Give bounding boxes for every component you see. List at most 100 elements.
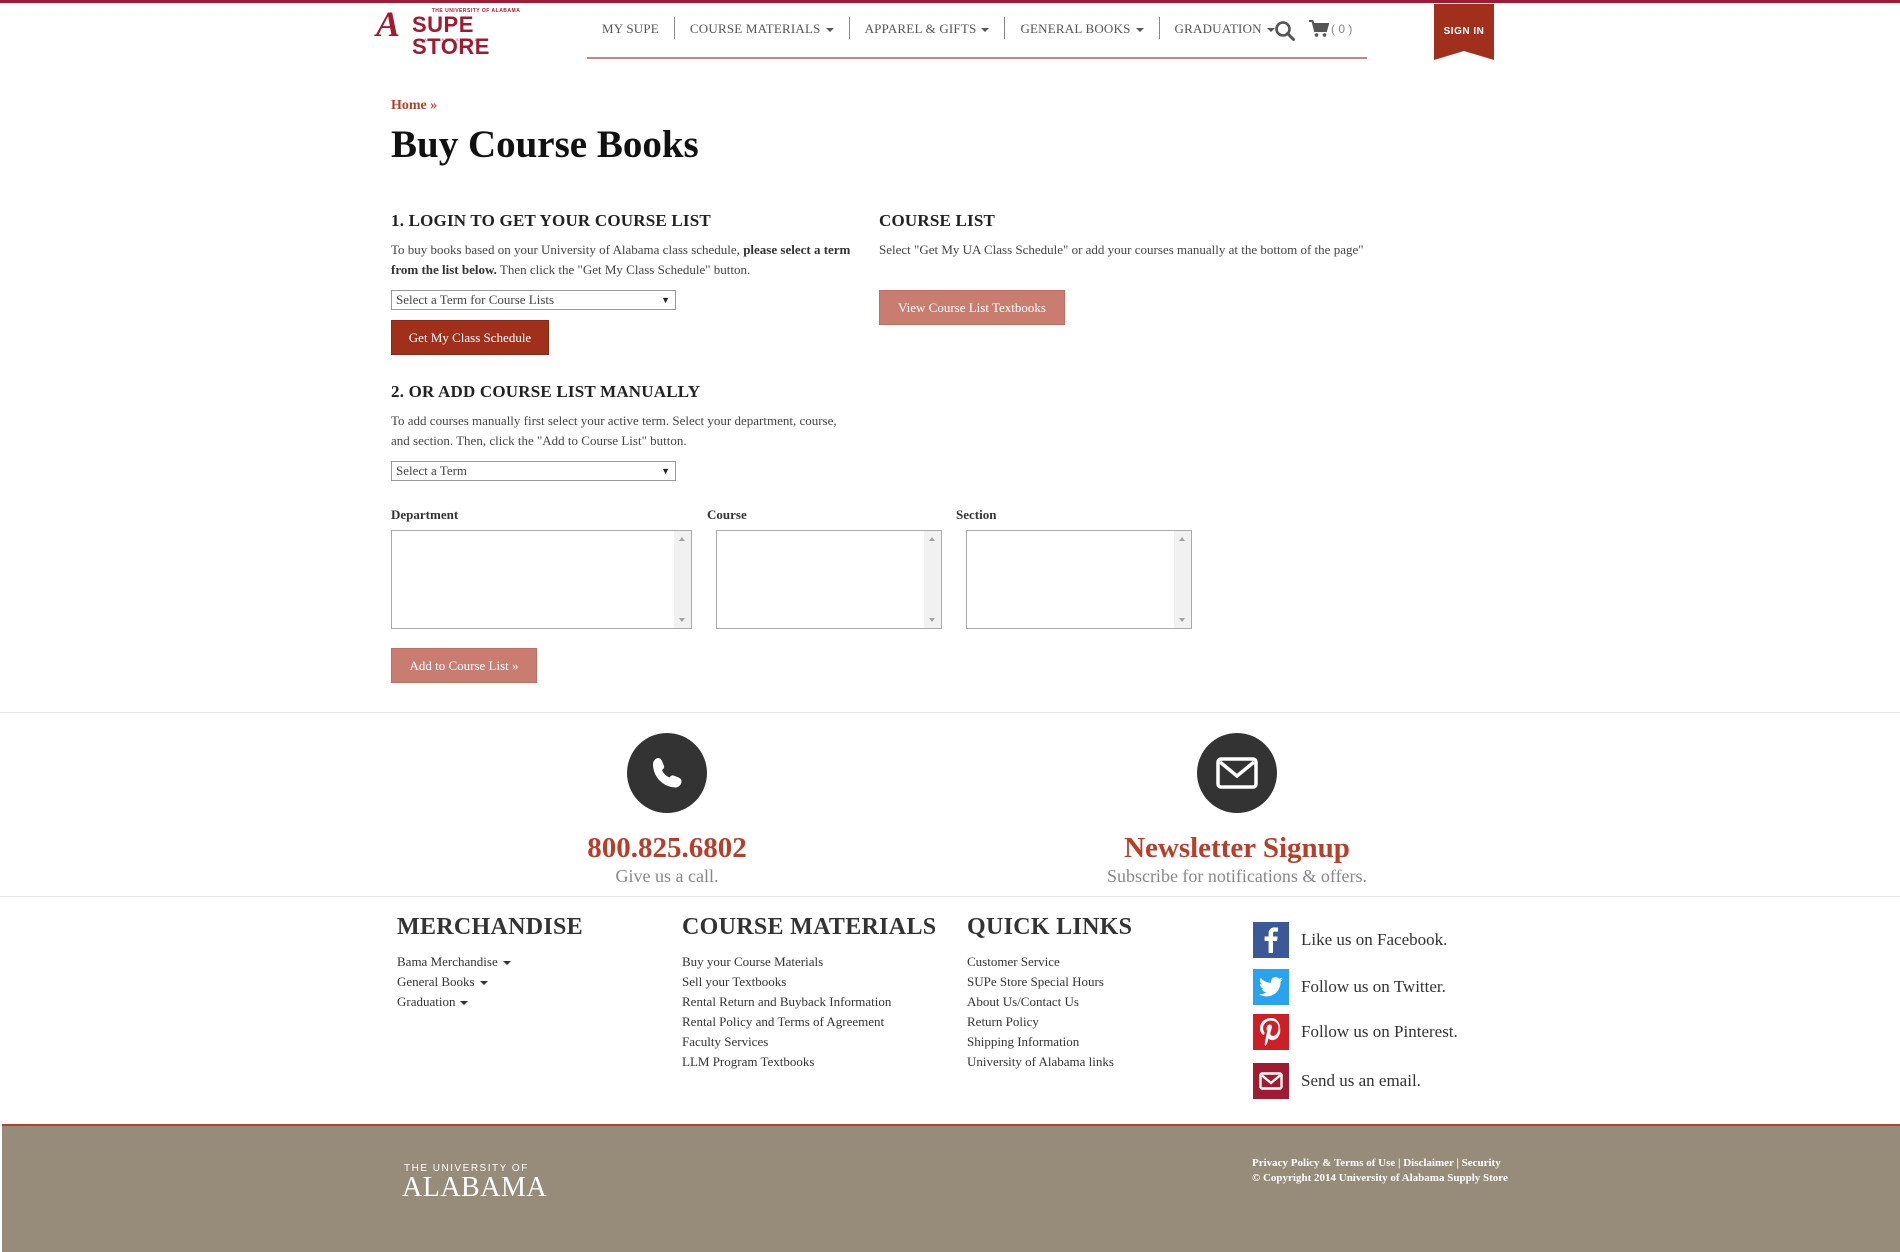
nav-label: COURSE MATERIALS: [689, 21, 821, 36]
nav-general-books[interactable]: GENERAL BOOKS: [1005, 17, 1160, 39]
dropdown-arrow-icon: ▼: [661, 295, 670, 305]
login-text-2: Then click the "Get My Class Schedule" b…: [496, 262, 751, 277]
link-label: Bama Merchandise: [397, 954, 498, 969]
nav-apparel-gifts[interactable]: APPAREL & GIFTS: [850, 17, 1006, 39]
department-listbox[interactable]: [391, 530, 692, 629]
link-label: General Books: [397, 974, 475, 989]
term-select-manual[interactable]: Select a Term ▼: [391, 461, 676, 481]
copyright-text: © Copyright 2014 University of Alabama S…: [1252, 1172, 1508, 1184]
cart-button[interactable]: ( 0 ): [1309, 20, 1352, 38]
login-text-1: To buy books based on your University of…: [391, 242, 744, 257]
footer-link[interactable]: Faculty Services: [682, 1032, 891, 1052]
newsletter-signup-link[interactable]: Newsletter Signup: [1077, 832, 1397, 865]
footer-link[interactable]: Sell your Textbooks: [682, 972, 891, 992]
social-label: Send us an email.: [1301, 1071, 1421, 1090]
logo-name: SUPE STORE: [412, 12, 490, 59]
social-label: Like us on Facebook.: [1301, 930, 1448, 949]
nav-my-supe[interactable]: MY SUPE: [587, 17, 675, 39]
nav-label: APPAREL & GIFTS: [864, 21, 977, 36]
footer-link[interactable]: Customer Service: [967, 952, 1114, 972]
social-label: Follow us on Twitter.: [1301, 977, 1446, 996]
listbox-scrollbar[interactable]: [924, 531, 941, 628]
phone-number[interactable]: 800.825.6802: [547, 832, 787, 865]
phone-circle: [627, 733, 707, 813]
course-label: Course: [707, 507, 747, 522]
manual-section-heading: 2. OR ADD COURSE LIST MANUALLY: [391, 382, 701, 401]
cart-count: ( 0 ): [1331, 22, 1353, 36]
page-title: Buy Course Books: [391, 123, 699, 166]
site-footer: [2, 1124, 1900, 1252]
top-accent-line: [0, 0, 1900, 3]
get-my-class-schedule-button[interactable]: Get My Class Schedule: [391, 320, 549, 355]
footer-link-graduation[interactable]: Graduation: [397, 992, 511, 1012]
footer-link[interactable]: Rental Return and Buyback Information: [682, 992, 891, 1012]
phone-subtext: Give us a call.: [615, 866, 719, 886]
scroll-up-icon[interactable]: [1179, 537, 1185, 541]
footer-link[interactable]: LLM Program Textbooks: [682, 1052, 891, 1072]
search-icon[interactable]: [1274, 20, 1296, 42]
newsletter-subtext: Subscribe for notifications & offers.: [1106, 866, 1368, 886]
footer-link[interactable]: Rental Policy and Terms of Agreement: [682, 1012, 891, 1032]
manual-instructions: To add courses manually first select you…: [391, 413, 837, 448]
footer-link[interactable]: Return Policy: [967, 1012, 1114, 1032]
footer-link-general-books[interactable]: General Books: [397, 972, 511, 992]
supe-store-logo[interactable]: A THE UNIVERSITY OF ALABAMA SUPE STORE A…: [376, 6, 544, 58]
phone-icon: [653, 758, 682, 788]
caret-down-icon: [502, 961, 511, 966]
nav-graduation[interactable]: GRADUATION: [1160, 17, 1290, 39]
twitter-icon: [1253, 969, 1289, 1005]
dropdown-arrow-icon: ▼: [661, 466, 670, 476]
sign-in-button[interactable]: SIGN IN: [1434, 4, 1494, 60]
caret-down-icon: [825, 28, 834, 33]
footer-link[interactable]: About Us/Contact Us: [967, 992, 1114, 1012]
caret-down-icon: [460, 1001, 469, 1006]
ua-logo-wordmark[interactable]: ALABAMA: [402, 1172, 547, 1204]
nav-label: GRADUATION: [1174, 21, 1262, 36]
legal-links: Privacy Policy & Terms of Use | Disclaim…: [1252, 1156, 1512, 1186]
view-course-list-textbooks-button[interactable]: View Course List Textbooks: [879, 290, 1065, 325]
select-value: Select a Term: [396, 463, 468, 478]
scroll-up-icon[interactable]: [929, 537, 935, 541]
quick-links-list: Customer Service SUPe Store Special Hour…: [967, 952, 1114, 1072]
listbox-scrollbar[interactable]: [1174, 531, 1191, 628]
social-facebook[interactable]: Like us on Facebook.: [1253, 922, 1447, 958]
scroll-down-icon[interactable]: [1179, 618, 1185, 622]
breadcrumb-home[interactable]: Home »: [391, 98, 437, 114]
envelope-icon: [1216, 757, 1258, 789]
pinterest-icon: [1253, 1014, 1289, 1050]
footer-link[interactable]: SUPe Store Special Hours: [967, 972, 1114, 992]
course-list-heading: COURSE LIST: [879, 211, 996, 230]
department-label: Department: [391, 507, 459, 522]
footer-link[interactable]: Buy your Course Materials: [682, 952, 891, 972]
logo-tagline: AUTHENTIC SINCE 1905: [424, 37, 487, 42]
term-select-course-lists[interactable]: Select a Term for Course Lists ▼: [391, 290, 676, 310]
social-pinterest[interactable]: Follow us on Pinterest.: [1253, 1014, 1458, 1050]
select-value: Select a Term for Course Lists: [396, 292, 555, 307]
legal-links-row[interactable]: Privacy Policy & Terms of Use | Disclaim…: [1252, 1156, 1512, 1171]
section-listbox[interactable]: [966, 530, 1192, 629]
nav-course-materials[interactable]: COURSE MATERIALS: [675, 17, 850, 39]
email-icon: [1253, 1063, 1289, 1099]
footer-link[interactable]: Shipping Information: [967, 1032, 1114, 1052]
social-email[interactable]: Send us an email.: [1253, 1063, 1421, 1099]
listbox-scrollbar[interactable]: [674, 531, 691, 628]
footer-link[interactable]: University of Alabama links: [967, 1052, 1114, 1072]
caret-down-icon: [479, 981, 488, 986]
course-materials-list: Buy your Course Materials Sell your Text…: [682, 952, 891, 1072]
scroll-down-icon[interactable]: [929, 618, 935, 622]
scroll-up-icon[interactable]: [679, 537, 685, 541]
course-listbox[interactable]: [716, 530, 942, 629]
course-materials-heading: COURSE MATERIALS: [682, 914, 937, 940]
caret-down-icon: [1135, 28, 1144, 33]
footer-link-bama-merchandise[interactable]: Bama Merchandise: [397, 952, 511, 972]
main-nav: MY SUPE COURSE MATERIALS APPAREL & GIFTS…: [587, 17, 1367, 59]
add-to-course-list-button[interactable]: Add to Course List »: [391, 648, 537, 683]
quick-links-heading: QUICK LINKS: [967, 914, 1133, 940]
facebook-icon: [1253, 922, 1289, 958]
login-instructions: To buy books based on your University of…: [391, 240, 853, 280]
nav-label: MY SUPE: [602, 21, 659, 36]
cart-icon: [1309, 20, 1329, 37]
scroll-down-icon[interactable]: [679, 618, 685, 622]
email-circle: [1197, 733, 1277, 813]
social-twitter[interactable]: Follow us on Twitter.: [1253, 969, 1446, 1005]
